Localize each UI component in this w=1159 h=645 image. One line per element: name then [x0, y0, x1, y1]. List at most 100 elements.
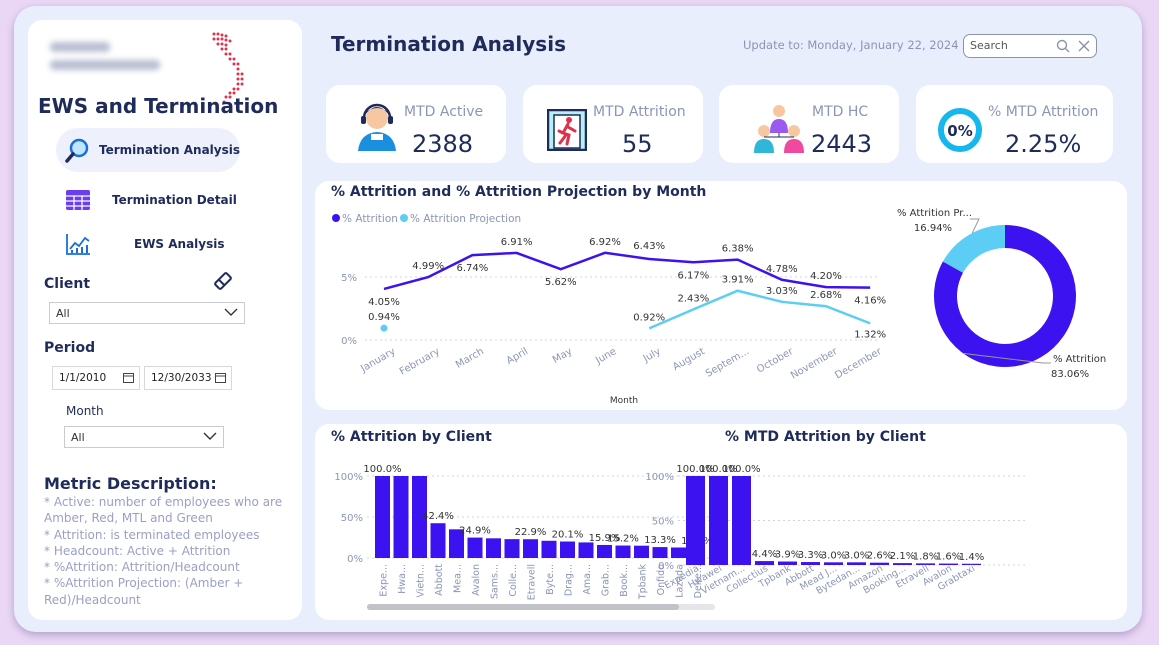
period-start-input[interactable]: 1/1/2010	[52, 366, 140, 390]
legend-projection-dot	[400, 214, 408, 222]
x-tick-label: February	[398, 346, 442, 378]
period-end-value: 12/30/2033	[151, 372, 212, 384]
search-box[interactable]	[963, 34, 1097, 58]
percent-ring-icon: 0%	[938, 108, 982, 152]
bar	[686, 476, 705, 565]
kpi-label: MTD Active	[404, 104, 484, 120]
line-chart-icon	[56, 232, 100, 256]
projection-data-label: 3.91%	[722, 275, 754, 286]
kpi-value: 2388	[412, 130, 474, 158]
projection-point	[380, 324, 388, 332]
metric-line: * Headcount: Active + Attrition	[44, 543, 231, 558]
metric-line: * Active: number of employees who are	[44, 495, 283, 509]
x-tick-label: August	[671, 346, 707, 373]
y-tick-label: 50%	[652, 517, 674, 528]
search-icon[interactable]	[1056, 39, 1070, 53]
kpi-label: MTD HC	[812, 104, 869, 120]
legend-attrition-label: % Attrition	[342, 213, 398, 225]
projection-data-label: 3.03%	[766, 286, 798, 297]
nav-ews-analysis[interactable]: EWS Analysis	[56, 222, 240, 266]
bar-data-label: 1.8%	[913, 551, 938, 562]
kpi-card-mtd-active: MTD Active 2388	[326, 85, 506, 163]
month-value: All	[71, 431, 85, 444]
sidebar: EWS and Termination Termination Analysis…	[28, 20, 302, 620]
eraser-icon[interactable]	[212, 270, 234, 292]
attrition-data-label: 6.92%	[589, 237, 621, 248]
kpi-card-mtd-attrition: MTD Attrition 55	[523, 85, 703, 163]
attrition-data-label: 4.05%	[368, 297, 400, 308]
legend-projection-label: % Attrition Projection	[410, 213, 521, 225]
period-label: Period	[44, 340, 96, 356]
bar-data-label: 1.6%	[936, 552, 961, 563]
bar-data-label: 1.4%	[959, 552, 984, 563]
kpi-value: 2.25%	[1005, 130, 1082, 158]
page-title: Termination Analysis	[331, 32, 566, 56]
kpi-label: % MTD Attrition	[988, 104, 1099, 120]
attrition-data-label: 4.99%	[412, 261, 444, 272]
chevron-down-icon	[224, 308, 238, 316]
client-dropdown[interactable]: All	[49, 302, 245, 324]
x-tick-label: November	[789, 346, 840, 382]
x-tick-label: July	[641, 346, 663, 365]
attrition-data-label: 5.62%	[545, 277, 577, 288]
agent-headset-icon	[358, 103, 396, 151]
bar-data-label: 3.0%	[821, 550, 846, 561]
calendar-icon	[215, 373, 226, 383]
attrition-data-label: 4.78%	[766, 264, 798, 275]
sidebar-title: EWS and Termination	[38, 94, 279, 118]
month-dropdown[interactable]: All	[64, 426, 224, 448]
bar-data-label: 100.0%	[722, 464, 760, 475]
attrition-data-label: 6.91%	[501, 237, 533, 248]
ring-text: 0%	[947, 122, 972, 140]
period-start-value: 1/1/2010	[59, 372, 107, 384]
exit-door-icon	[547, 109, 587, 151]
calendar-icon	[123, 373, 134, 383]
x-tick-label: May	[551, 346, 574, 366]
y-tick-label: 100%	[645, 472, 674, 483]
donut-attrition-name: % Attrition	[1053, 354, 1106, 365]
company-logo	[50, 42, 168, 80]
attrition-donut-chart: % Attrition 83.06% % Attrition Pr... 16.94%	[897, 208, 1106, 380]
nav-label: EWS Analysis	[134, 237, 225, 251]
chevron-down-icon	[203, 432, 217, 440]
nav-termination-analysis[interactable]: Termination Analysis	[56, 128, 240, 172]
donut-attrition-value: 83.06%	[1051, 369, 1089, 380]
table-icon	[56, 189, 100, 211]
metric-line: * %Attrition Projection: (Amber +	[44, 576, 244, 591]
attrition-data-label: 6.38%	[722, 244, 754, 255]
bar-data-label: 4.4%	[752, 549, 777, 560]
kpi-label: MTD Attrition	[593, 104, 686, 120]
x-tick-label: April	[505, 346, 530, 367]
y-tick-label: 0%	[658, 561, 674, 572]
projection-data-label: 2.68%	[810, 290, 842, 301]
period-end-input[interactable]: 12/30/2033	[144, 366, 232, 390]
kpi-value: 55	[622, 130, 653, 158]
metric-description-title: Metric Description:	[44, 474, 217, 493]
x-tick-label: January	[358, 346, 397, 375]
x-axis-title: Month	[610, 396, 638, 406]
nav-label: Termination Detail	[112, 193, 237, 207]
bar-data-label: 2.6%	[867, 551, 892, 562]
projection-data-label: 0.94%	[368, 312, 400, 323]
x-tick-label: March	[454, 346, 486, 371]
update-date: Update to: Monday, January 22, 2024	[743, 38, 959, 52]
attrition-data-label: 6.43%	[633, 241, 665, 252]
legend-attrition-dot	[332, 214, 340, 222]
close-icon[interactable]	[1077, 39, 1091, 53]
metric-line: * %Attrition: Attrition/Headcount	[44, 560, 240, 575]
projection-data-label: 0.92%	[633, 312, 665, 323]
bar-data-label: 3.0%	[844, 550, 869, 561]
magnifier-icon	[56, 137, 99, 163]
attrition-data-label: 4.20%	[810, 271, 842, 282]
metric-line: * Attrition: is terminated employees	[44, 527, 260, 542]
search-input[interactable]	[968, 38, 1052, 53]
nav-label: Termination Analysis	[99, 143, 240, 157]
donut-projection-value: 16.94%	[914, 223, 952, 234]
x-tick-label: Septem...	[704, 346, 751, 380]
nav-termination-detail[interactable]: Termination Detail	[56, 178, 240, 222]
metric-line: Amber, Red, MTL and Green	[44, 511, 213, 526]
metric-line: Red)/Headcount	[44, 592, 141, 607]
donut-slice	[942, 225, 1005, 273]
kpi-card-mtd-attrition-pct: 0% % MTD Attrition 2.25%	[916, 85, 1113, 163]
bar-data-label: 3.9%	[775, 550, 800, 561]
